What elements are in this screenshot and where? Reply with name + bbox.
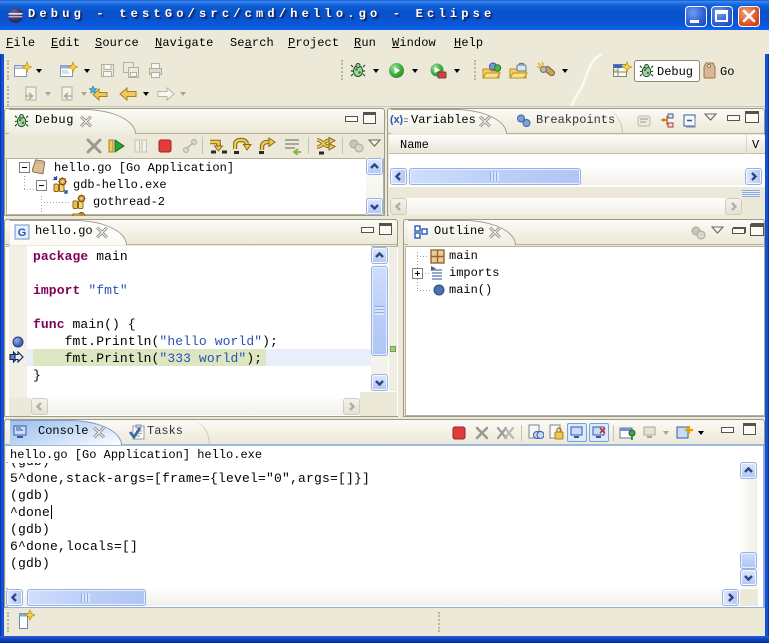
svg-text:(x): (x) bbox=[390, 114, 403, 125]
svg-text:=: = bbox=[404, 115, 409, 125]
svg-text:G: G bbox=[18, 227, 27, 239]
